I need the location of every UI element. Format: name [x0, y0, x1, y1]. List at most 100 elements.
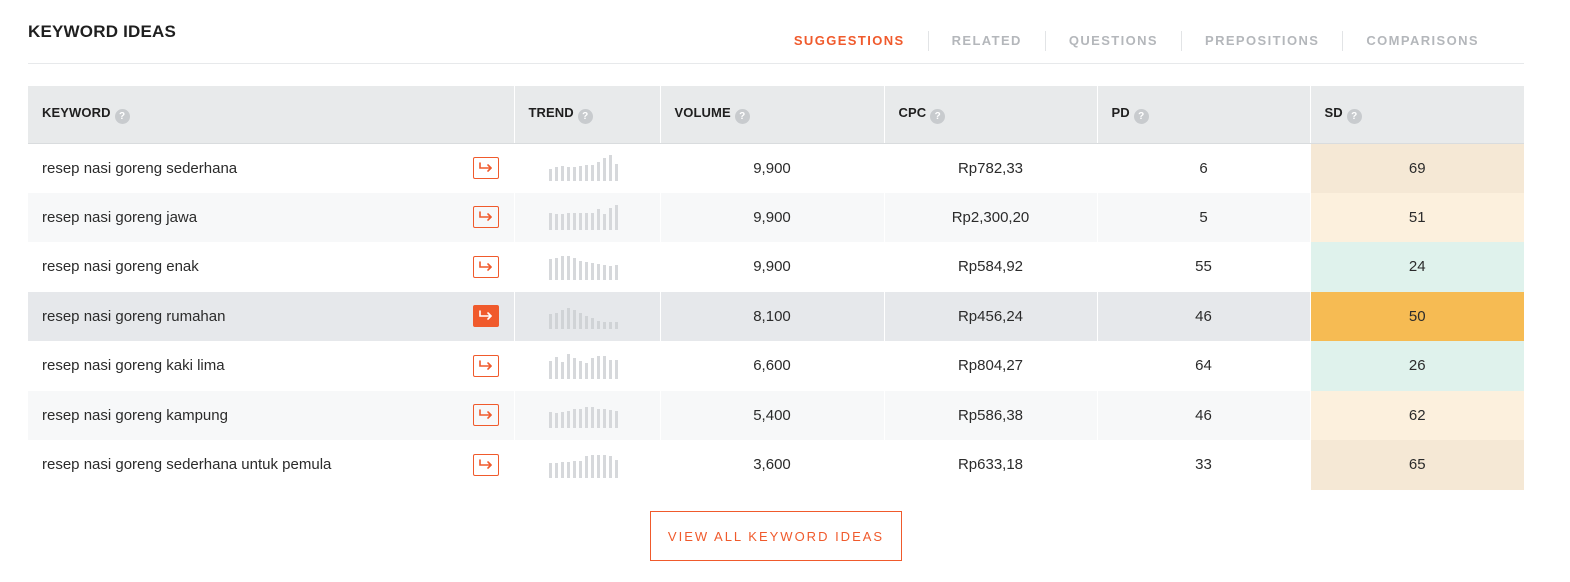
trend-bar	[572, 460, 576, 478]
tab-questions[interactable]: QUESTIONS	[1044, 31, 1181, 51]
trend-bar	[590, 213, 594, 231]
col-pd[interactable]: PD?	[1096, 86, 1310, 144]
help-icon[interactable]: ?	[1346, 108, 1362, 124]
keyword-text[interactable]: resep nasi goreng sederhana	[42, 160, 237, 177]
keyword-text[interactable]: resep nasi goreng enak	[42, 258, 199, 275]
help-icon[interactable]: ?	[114, 108, 130, 124]
help-icon[interactable]: ?	[734, 108, 750, 124]
trend-bar	[566, 255, 570, 280]
help-icon[interactable]: ?	[577, 108, 593, 124]
trend-bar	[584, 362, 588, 379]
table-row[interactable]: resep nasi goreng kampung 5,400 Rp586,38…	[28, 390, 1524, 440]
trend-cell	[513, 291, 660, 341]
sd-cell: 69	[1309, 143, 1524, 193]
trend-bar	[548, 213, 552, 231]
volume-cell: 5,400	[659, 390, 884, 440]
keyword-cell: resep nasi goreng kampung	[28, 390, 514, 440]
keyword-text[interactable]: resep nasi goreng kampung	[42, 407, 228, 424]
keyword-text[interactable]: resep nasi goreng sederhana untuk pemula	[42, 456, 331, 473]
trend-bar	[596, 321, 600, 330]
keyword-cell: resep nasi goreng enak	[28, 242, 514, 292]
volume-cell: 9,900	[659, 192, 884, 242]
trend-bar	[572, 409, 576, 429]
col-pd-label: PD	[1111, 104, 1130, 120]
open-keyword-button[interactable]	[472, 354, 499, 377]
view-all-keyword-ideas-button[interactable]: VIEW ALL KEYWORD IDEAS	[650, 511, 902, 561]
trend-sparkline	[548, 254, 660, 280]
help-icon[interactable]: ?	[930, 108, 946, 124]
keyword-cell: resep nasi goreng kaki lima	[28, 341, 514, 391]
keyword-text[interactable]: resep nasi goreng kaki lima	[42, 357, 225, 374]
arrow-return-right-icon	[478, 260, 492, 271]
col-trend-label: TREND	[528, 104, 574, 120]
trend-bar	[608, 410, 612, 429]
tab-related[interactable]: RELATED	[927, 31, 1045, 51]
volume-cell: 9,900	[659, 242, 884, 292]
trend-bar	[614, 411, 618, 429]
sd-cell: 65	[1309, 440, 1524, 490]
trend-bar	[602, 322, 606, 330]
trend-sparkline	[548, 353, 660, 379]
table-row[interactable]: resep nasi goreng rumahan 8,100 Rp456,24…	[28, 291, 1524, 341]
trend-bar	[560, 461, 564, 478]
trend-bar	[554, 413, 558, 429]
trend-bar	[584, 261, 588, 280]
trend-bar	[596, 409, 600, 429]
trend-bar	[584, 165, 588, 181]
arrow-return-right-icon	[478, 310, 492, 321]
trend-bar	[572, 167, 576, 181]
section-title: KEYWORD IDEAS	[28, 22, 177, 41]
cpc-cell: Rp2,300,20	[883, 192, 1097, 242]
trend-bar	[590, 165, 594, 181]
table-row[interactable]: resep nasi goreng sederhana 9,900 Rp782,…	[28, 143, 1524, 193]
trend-bar	[572, 310, 576, 330]
trend-bar	[566, 411, 570, 429]
pd-cell: 64	[1096, 341, 1310, 391]
trend-bar	[548, 314, 552, 330]
open-keyword-button[interactable]	[472, 206, 499, 229]
trend-bar	[602, 264, 606, 280]
trend-cell	[513, 341, 660, 391]
tab-comparisons[interactable]: COMPARISONS	[1342, 31, 1524, 51]
trend-bar	[608, 208, 612, 231]
sd-cell: 24	[1309, 242, 1524, 292]
open-keyword-button[interactable]	[472, 255, 499, 278]
open-keyword-button[interactable]	[472, 453, 499, 476]
trend-bar	[596, 209, 600, 231]
pd-cell: 33	[1096, 440, 1310, 490]
trend-sparkline	[548, 452, 660, 478]
open-keyword-button[interactable]	[472, 157, 499, 179]
keyword-text[interactable]: resep nasi goreng rumahan	[42, 308, 225, 325]
tab-prepositions[interactable]: PREPOSITIONS	[1181, 31, 1342, 51]
trend-bar	[608, 455, 612, 478]
table-row[interactable]: resep nasi goreng enak 9,900 Rp584,92 55…	[28, 242, 1524, 292]
pd-cell: 6	[1096, 143, 1310, 193]
table-row[interactable]: resep nasi goreng kaki lima 6,600 Rp804,…	[28, 341, 1524, 391]
trend-bar	[608, 322, 612, 330]
table-row[interactable]: resep nasi goreng jawa 9,900 Rp2,300,20 …	[28, 192, 1524, 242]
trend-bar	[614, 359, 618, 379]
trend-sparkline	[548, 303, 660, 330]
pd-cell: 5	[1096, 192, 1310, 242]
tab-suggestions[interactable]: SUGGESTIONS	[771, 31, 928, 51]
col-sd[interactable]: SD?	[1309, 86, 1524, 144]
col-volume[interactable]: VOLUME?	[659, 86, 884, 144]
keyword-text[interactable]: resep nasi goreng jawa	[42, 209, 197, 226]
open-keyword-button[interactable]	[472, 404, 499, 427]
volume-cell: 3,600	[659, 440, 884, 490]
trend-bar	[602, 214, 606, 231]
trend-bar	[572, 257, 576, 280]
trend-bar	[596, 454, 600, 478]
col-keyword[interactable]: KEYWORD?	[28, 86, 514, 144]
col-trend[interactable]: TREND?	[513, 86, 660, 144]
col-cpc[interactable]: CPC?	[883, 86, 1097, 144]
table-row[interactable]: resep nasi goreng sederhana untuk pemula…	[28, 440, 1524, 490]
sd-cell: 51	[1309, 192, 1524, 242]
pd-cell: 46	[1096, 390, 1310, 440]
open-keyword-button[interactable]	[472, 305, 499, 328]
cpc-cell: Rp586,38	[883, 390, 1097, 440]
trend-bar	[596, 263, 600, 280]
trend-sparkline	[548, 402, 660, 429]
help-icon[interactable]: ?	[1133, 108, 1149, 124]
sd-cell: 62	[1309, 390, 1524, 440]
